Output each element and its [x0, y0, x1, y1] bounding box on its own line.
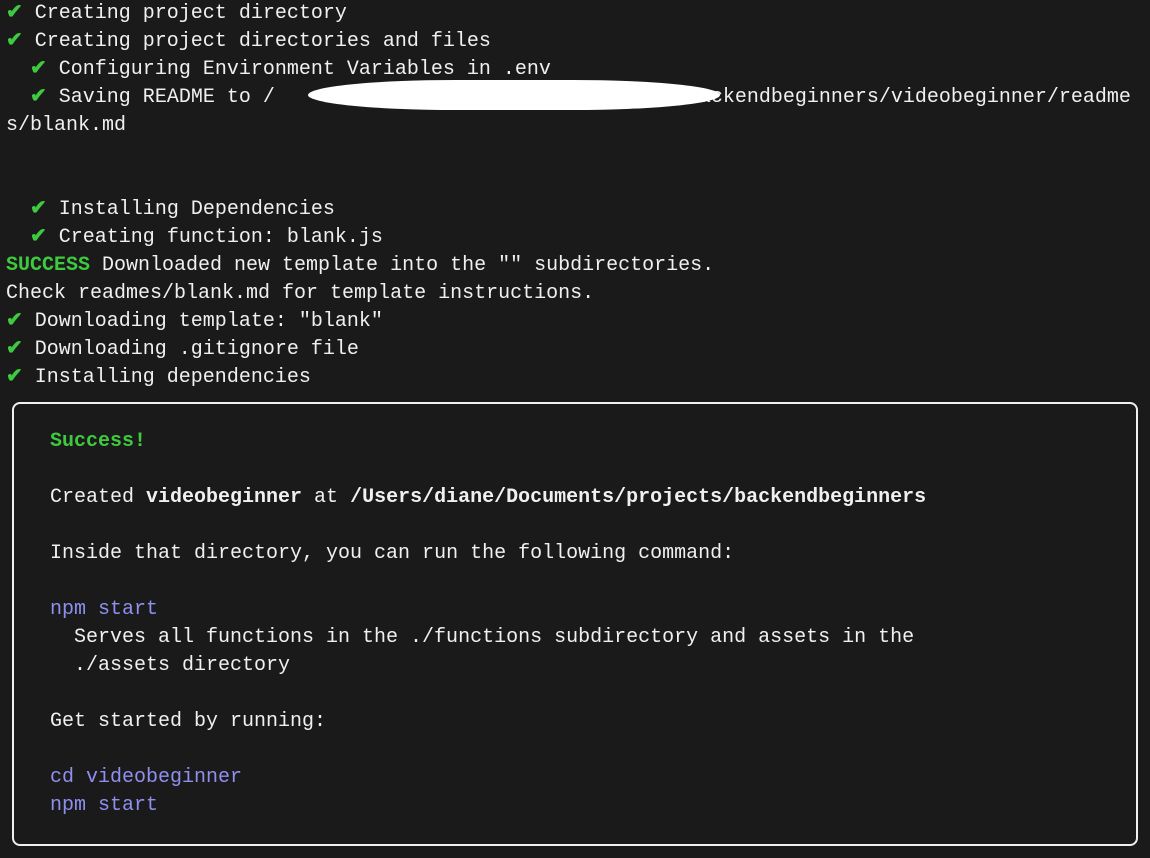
command-desc: ./assets directory: [50, 652, 1100, 680]
log-line: ✔ Creating project directory: [6, 0, 1144, 28]
log-line: ✔ Installing Dependencies: [6, 196, 1144, 224]
command-desc: Serves all functions in the ./functions …: [50, 624, 1100, 652]
check-icon: ✔: [30, 86, 47, 109]
success-label: SUCCESS: [6, 254, 90, 277]
success-line: SUCCESS Downloaded new template into the…: [6, 252, 1144, 280]
log-text: Downloading template: "blank": [35, 310, 383, 333]
command-cd: cd videobeginner: [50, 764, 1100, 792]
success-box: Success! Created videobeginner at /Users…: [12, 402, 1138, 846]
created-prefix: Created: [50, 486, 146, 509]
log-line: ✔ Saving README to //backendbeginners/vi…: [6, 84, 1144, 196]
success-heading: Success!: [50, 428, 1100, 456]
check-icon: ✔: [6, 366, 23, 389]
at-word: at: [302, 486, 350, 509]
log-line: ✔ Creating project directories and files: [6, 28, 1144, 56]
check-icon: ✔: [30, 198, 47, 221]
log-line: ✔ Downloading template: "blank": [6, 308, 1144, 336]
log-line: ✔ Installing dependencies: [6, 364, 1144, 392]
spacer: [50, 568, 1100, 596]
command-npm-start: npm start: [50, 596, 1100, 624]
project-path: /Users/diane/Documents/projects/backendb…: [350, 486, 926, 509]
spacer: [50, 680, 1100, 708]
log-text: Check readmes/blank.md for template inst…: [6, 282, 594, 305]
log-text: Creating project directories and files: [35, 30, 491, 53]
redaction-overlay: [308, 80, 720, 110]
log-text: Installing dependencies: [35, 366, 311, 389]
log-line: ✔ Downloading .gitignore file: [6, 336, 1144, 364]
check-icon: ✔: [30, 226, 47, 249]
log-text: Creating function: blank.js: [59, 226, 383, 249]
check-icon: ✔: [30, 58, 47, 81]
created-line: Created videobeginner at /Users/diane/Do…: [50, 484, 1100, 512]
spacer: [50, 736, 1100, 764]
get-started-line: Get started by running:: [50, 708, 1100, 736]
log-text-prefix: Saving README to /: [59, 86, 275, 109]
project-name: videobeginner: [146, 486, 302, 509]
success-rest: Downloaded new template into the "" subd…: [90, 254, 714, 277]
inside-line: Inside that directory, you can run the f…: [50, 540, 1100, 568]
check-icon: ✔: [6, 310, 23, 333]
log-text: Configuring Environment Variables in .en…: [59, 58, 551, 81]
log-line: ✔ Creating function: blank.js: [6, 224, 1144, 252]
check-icon: ✔: [6, 30, 23, 53]
log-text: Installing Dependencies: [59, 198, 335, 221]
command-npm-start-2: npm start: [50, 792, 1100, 820]
check-icon: ✔: [6, 338, 23, 361]
terminal-output: ✔ Creating project directory ✔ Creating …: [0, 0, 1150, 858]
check-icon: ✔: [6, 2, 23, 25]
check-instructions-line: Check readmes/blank.md for template inst…: [6, 280, 1144, 308]
log-text: Downloading .gitignore file: [35, 338, 359, 361]
log-text: Creating project directory: [35, 2, 347, 25]
spacer: [50, 456, 1100, 484]
spacer: [50, 512, 1100, 540]
